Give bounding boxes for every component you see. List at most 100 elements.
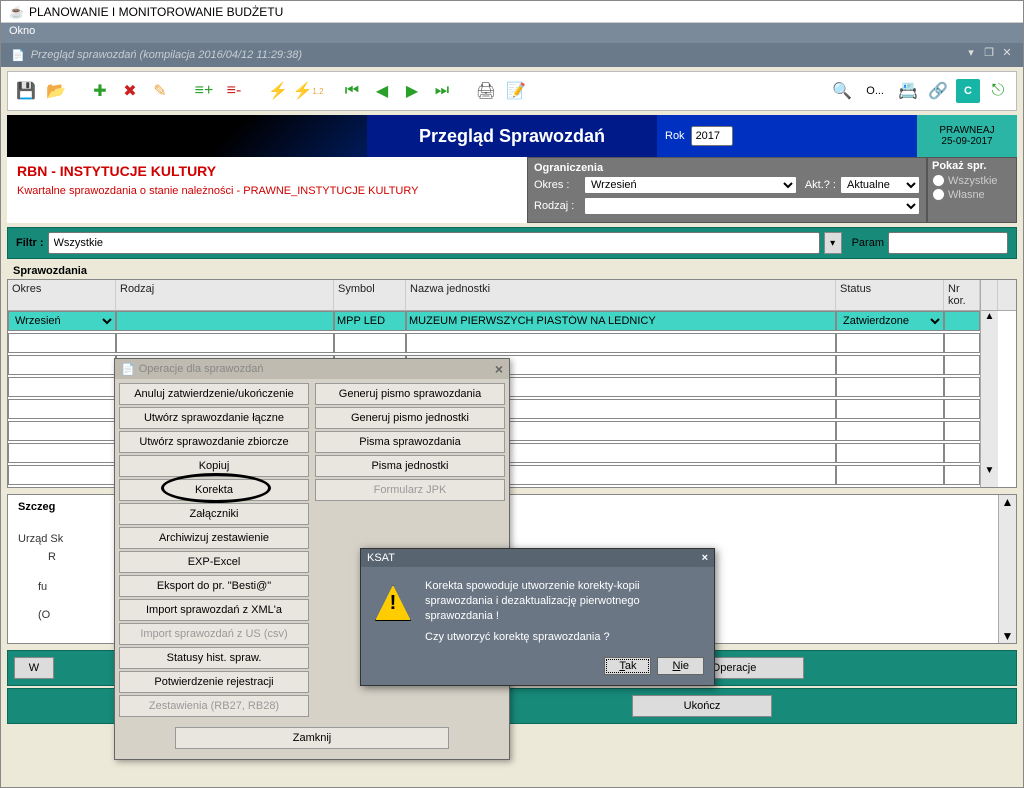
zestawienia-rb-button: Zestawienia (RB27, RB28) [119,695,309,717]
col-nazwa: Nazwa jednostki [406,280,836,310]
minimize-icon[interactable]: ▾ [963,46,979,60]
import-xml-button[interactable]: Import sprawozdań z XML'a [119,599,309,621]
pismo-jednostki-button[interactable]: Generuj pismo jednostki [315,407,505,429]
link-icon[interactable]: 🔗 [926,79,950,103]
last-icon[interactable]: ⏭ [430,79,454,103]
sq-icon[interactable]: C [956,79,980,103]
save-icon[interactable]: 💾 [14,79,38,103]
prev-icon[interactable]: ◀ [370,79,394,103]
scroll-down-icon[interactable]: ▼ [980,465,998,487]
restore-icon[interactable]: ❐ [981,46,997,60]
form-title: Przegląd sprawozdań (kompilacja 2016/04/… [31,49,302,61]
w-button[interactable]: W [14,657,54,679]
pisma-sprawozdania-button[interactable]: Pisma sprawozdania [315,431,505,453]
akt-label: Akt.? : [805,179,836,191]
param-input[interactable] [888,232,1008,254]
window-title: PLANOWANIE I MONITOROWANIE BUDŻETU [29,5,283,19]
open-icon[interactable]: 📂 [44,79,68,103]
akt-select[interactable]: Aktualne [840,176,920,194]
filter-input[interactable] [48,232,820,254]
banner-corner: PRAWNEAJ 25-09-2017 [917,115,1017,157]
pokaz-title: Pokaż spr. [932,160,1012,172]
col-status: Status [836,280,944,310]
col-nrkor: Nr kor. [944,280,980,310]
corner-user: PRAWNEAJ [939,125,994,136]
utworz-laczne-button[interactable]: Utwórz sprawozdanie łączne [119,407,309,429]
ksat-message: Korekta spowoduje utworzenie korekty-kop… [425,579,640,645]
row-op1-icon[interactable]: ≡+ [192,79,216,103]
cell-nazwa[interactable] [406,311,836,331]
zalaczniki-button[interactable]: Załączniki [119,503,309,525]
print-icon[interactable]: 🖨 [474,79,498,103]
potwierdzenie-button[interactable]: Potwierdzenie rejestracji [119,671,309,693]
ograniczenia-title: Ograniczenia [534,162,920,174]
menu-bar: Okno [1,23,1023,43]
lightning2-icon[interactable]: ⚡1.2 [296,79,320,103]
formularz-jpk-button: Formularz JPK [315,479,505,501]
rbn-subtitle: Kwartalne sprawozdania o stanie należnoś… [17,185,517,197]
nie-button[interactable]: Nie [657,657,704,675]
ukoncz-button[interactable]: Ukończ [632,695,772,717]
add-icon[interactable]: ✚ [88,79,112,103]
doc-icon[interactable]: 📝 [504,79,528,103]
corner-date: 25-09-2017 [941,136,992,147]
banner-right: Rok [657,115,917,157]
scroll-down-icon[interactable]: ▼ [1002,629,1014,643]
radio-wlasne[interactable] [932,188,945,201]
search-icon[interactable]: 🔍 [830,79,854,103]
table-row[interactable] [8,333,1016,355]
korekta-button[interactable]: Korekta [119,479,309,501]
banner-title: Przegląd Sprawozdań [367,115,657,157]
edit-icon[interactable]: ✎ [148,79,172,103]
cell-rodzaj[interactable] [116,311,334,331]
col-rodzaj: Rodzaj [116,280,334,310]
exit-icon[interactable]: ⎋ [986,79,1010,103]
pismo-sprawozdania-button[interactable]: Generuj pismo sprawozdania [315,383,505,405]
next-icon[interactable]: ▶ [400,79,424,103]
pokaz-wszystkie[interactable]: Wszystkie [932,174,1012,187]
lightning-icon[interactable]: ⚡ [266,79,290,103]
kopiuj-button[interactable]: Kopiuj [119,455,309,477]
param-label: Param [852,237,884,249]
exp-excel-button[interactable]: EXP-Excel [119,551,309,573]
cell-nrkor[interactable] [944,311,980,331]
mdi-title-bar: 📄 Przegląd sprawozdań (kompilacja 2016/0… [1,43,1023,67]
cell-status[interactable]: Zatwierdzone [836,311,944,331]
rok-input[interactable] [691,126,733,146]
pisma-jednostki-button[interactable]: Pisma jednostki [315,455,505,477]
card-icon[interactable]: 📇 [896,79,920,103]
close-icon[interactable]: × [495,361,503,377]
ksat-title: KSAT [367,552,395,564]
rodzaj-label: Rodzaj : [534,200,580,212]
close-icon[interactable]: × [702,552,708,564]
tak-button[interactable]: Tak [604,657,651,675]
details-scrollbar[interactable]: ▲ ▼ [998,495,1016,643]
close-mdi-icon[interactable]: ✕ [999,46,1015,60]
zamknij-button[interactable]: Zamknij [175,727,449,749]
pokaz-wlasne[interactable]: Własne [932,188,1012,201]
radio-wszystkie[interactable] [932,174,945,187]
anuluj-zatwierdzenie-button[interactable]: Anuluj zatwierdzenie/ukończenie [119,383,309,405]
cell-symbol[interactable] [334,311,406,331]
archiwizuj-button[interactable]: Archiwizuj zestawienie [119,527,309,549]
first-icon[interactable]: ⏮ [340,79,364,103]
rodzaj-select[interactable] [584,197,920,215]
okres-select[interactable]: Wrzesień [584,176,797,194]
about-button[interactable]: O... [860,83,890,99]
menu-okno[interactable]: Okno [9,25,35,37]
scroll-up-icon[interactable]: ▲ [980,311,998,333]
utworz-zbiorcze-button[interactable]: Utwórz sprawozdanie zbiorcze [119,431,309,453]
row-op2-icon[interactable]: ≡- [222,79,246,103]
delete-icon[interactable]: ✖ [118,79,142,103]
rok-label: Rok [665,130,685,142]
scroll-up-icon[interactable]: ▲ [1002,495,1014,509]
main-title-bar: PLANOWANIE I MONITOROWANIE BUDŻETU [1,1,1023,23]
eksport-bestia-button[interactable]: Eksport do pr. "Besti@" [119,575,309,597]
statusy-button[interactable]: Statusy hist. spraw. [119,647,309,669]
import-us-button: Import sprawozdań z US (csv) [119,623,309,645]
filter-dropdown-icon[interactable]: ▾ [824,232,842,254]
java-icon [9,5,23,19]
warning-icon: ! [375,585,411,621]
cell-okres[interactable]: Wrzesień [8,311,116,331]
table-row[interactable]: Wrzesień Zatwierdzone ▲ [8,311,1016,333]
